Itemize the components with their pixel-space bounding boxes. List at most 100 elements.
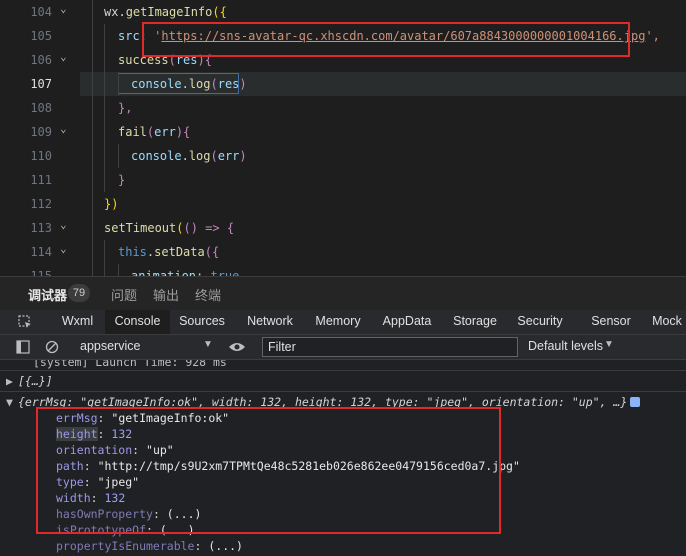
devtools-tabs: Wxml Console Sources Network Memory AppD… — [0, 310, 686, 335]
tab-appdata[interactable]: AppData — [378, 310, 436, 334]
code-token: ({ — [204, 245, 220, 259]
tab-console[interactable]: Console — [105, 310, 170, 334]
indent-guide — [104, 240, 105, 264]
tab-network[interactable]: Network — [240, 310, 300, 334]
tab-sensor[interactable]: Sensor — [588, 310, 634, 334]
chevron-down-icon[interactable]: ▼ — [203, 339, 213, 350]
console-toolbar: appservice ▼ Filter Default levels ▼ — [0, 335, 686, 360]
code-token: true — [210, 269, 240, 276]
filter-placeholder: Filter — [268, 340, 296, 354]
code-token: ){ — [175, 125, 191, 139]
code-line[interactable]: 107 console.log(res) — [0, 72, 686, 96]
indent-guide — [104, 144, 105, 168]
indent-guide — [92, 48, 93, 72]
indent-guide — [104, 264, 105, 276]
tab-sources[interactable]: Sources — [172, 310, 232, 334]
code-text: }) — [104, 192, 118, 216]
indent-guide — [92, 0, 93, 24]
fold-chevron-icon[interactable]: ⌄ — [60, 219, 72, 231]
code-line[interactable]: 112}) — [0, 192, 686, 216]
fold-chevron-icon[interactable]: ⌄ — [60, 123, 72, 135]
indent-guide — [92, 240, 93, 264]
code-token: getImageInfo — [125, 5, 213, 19]
code-text: console.log(err) — [131, 144, 247, 168]
inspect-icon[interactable] — [10, 310, 40, 334]
tab-storage[interactable]: Storage — [448, 310, 502, 334]
object-property[interactable]: propertyIsEnumerable: (...) — [56, 538, 243, 554]
code-text: this.setData({ — [118, 240, 219, 264]
line-number: 104 — [30, 5, 52, 19]
code-text: fail(err){ — [118, 120, 190, 144]
code-text: } — [118, 168, 125, 192]
line-number: 107 — [30, 77, 52, 91]
sidebar-toggle-icon[interactable] — [16, 340, 30, 357]
code-line[interactable]: 110 console.log(err) — [0, 144, 686, 168]
levels-chevron-icon[interactable]: ▼ — [604, 339, 614, 350]
fold-chevron-icon[interactable]: ⌄ — [60, 3, 72, 15]
fold-chevron-icon[interactable]: ⌄ — [60, 243, 72, 255]
line-number: 114 — [30, 245, 52, 259]
collapsed-array[interactable]: [{…}] — [18, 373, 53, 389]
code-line[interactable]: 113 ⌄ setTimeout(() => { — [0, 216, 686, 240]
tab-memory[interactable]: Memory — [310, 310, 366, 334]
line-number: 109 — [30, 125, 52, 139]
filter-input[interactable]: Filter — [262, 337, 518, 357]
indent-guide — [104, 120, 105, 144]
launch-time-line: [system] Launch Time: 928 ms — [33, 360, 227, 369]
code-token: setTimeout — [104, 221, 177, 235]
code-token: . — [181, 149, 189, 163]
code-token: ) — [239, 149, 247, 163]
code-line[interactable]: 109 ⌄ fail(err){ — [0, 120, 686, 144]
code-token: err — [154, 125, 176, 139]
code-line[interactable]: 111} — [0, 168, 686, 192]
tab-terminal[interactable]: 终端 — [195, 285, 221, 304]
clear-console-icon[interactable] — [45, 340, 59, 357]
tab-output[interactable]: 输出 — [153, 285, 179, 304]
code-token: setData — [154, 245, 205, 259]
code-token: : — [196, 269, 211, 276]
indent-guide — [104, 168, 105, 192]
code-line[interactable]: 108}, — [0, 96, 686, 120]
levels-select[interactable]: Default levels — [528, 339, 603, 353]
console-divider — [0, 370, 686, 371]
code-token: src — [118, 29, 140, 43]
code-text: setTimeout(() => { — [104, 216, 234, 240]
tab-appdata-label: AppData — [382, 314, 432, 328]
code-editor[interactable]: 104 ⌄ wx.getImageInfo({105 src: 'https://sn… — [0, 0, 686, 276]
code-token: }, — [118, 101, 133, 115]
console-divider — [0, 391, 686, 392]
indent-guide — [92, 96, 93, 120]
code-text: animation: true — [131, 264, 239, 276]
indent-guide — [92, 192, 93, 216]
indent-guide — [92, 264, 93, 276]
fold-chevron-icon[interactable]: ⌄ — [60, 51, 72, 63]
code-line[interactable]: 115 animation: true — [0, 264, 686, 276]
tab-sources-label: Sources — [179, 314, 225, 328]
code-token: . — [181, 77, 189, 91]
indent-guide — [104, 96, 105, 120]
context-select[interactable]: appservice — [80, 339, 140, 353]
tab-wxml[interactable]: Wxml — [50, 310, 105, 334]
tab-issues[interactable]: 问题 — [111, 285, 137, 304]
tab-security[interactable]: Security — [512, 310, 568, 334]
code-token: ', — [645, 29, 660, 43]
code-line[interactable]: 114 ⌄ this.setData({ — [0, 240, 686, 264]
indent-guide — [92, 168, 93, 192]
line-number: 111 — [30, 173, 52, 187]
expand-arrow-icon[interactable]: ▶ — [6, 373, 13, 389]
indent-guide — [118, 72, 119, 96]
indent-guide — [104, 72, 105, 96]
code-line[interactable]: 104 ⌄ wx.getImageInfo({ — [0, 0, 686, 24]
code-token: () => { — [183, 221, 235, 235]
code-token: }) — [104, 197, 119, 211]
indent-guide — [104, 24, 105, 48]
code-token: ) — [239, 77, 247, 91]
tab-debugger[interactable]: 调试器 — [28, 285, 67, 304]
collapse-arrow-icon[interactable]: ▼ — [6, 394, 13, 410]
line-number: 105 — [30, 29, 52, 43]
debugger-count-badge: 79 — [68, 284, 90, 302]
eye-icon[interactable] — [228, 340, 246, 357]
tab-storage-label: Storage — [453, 314, 497, 328]
indent-guide — [92, 72, 93, 96]
tab-mock[interactable]: Mock — [648, 310, 686, 334]
